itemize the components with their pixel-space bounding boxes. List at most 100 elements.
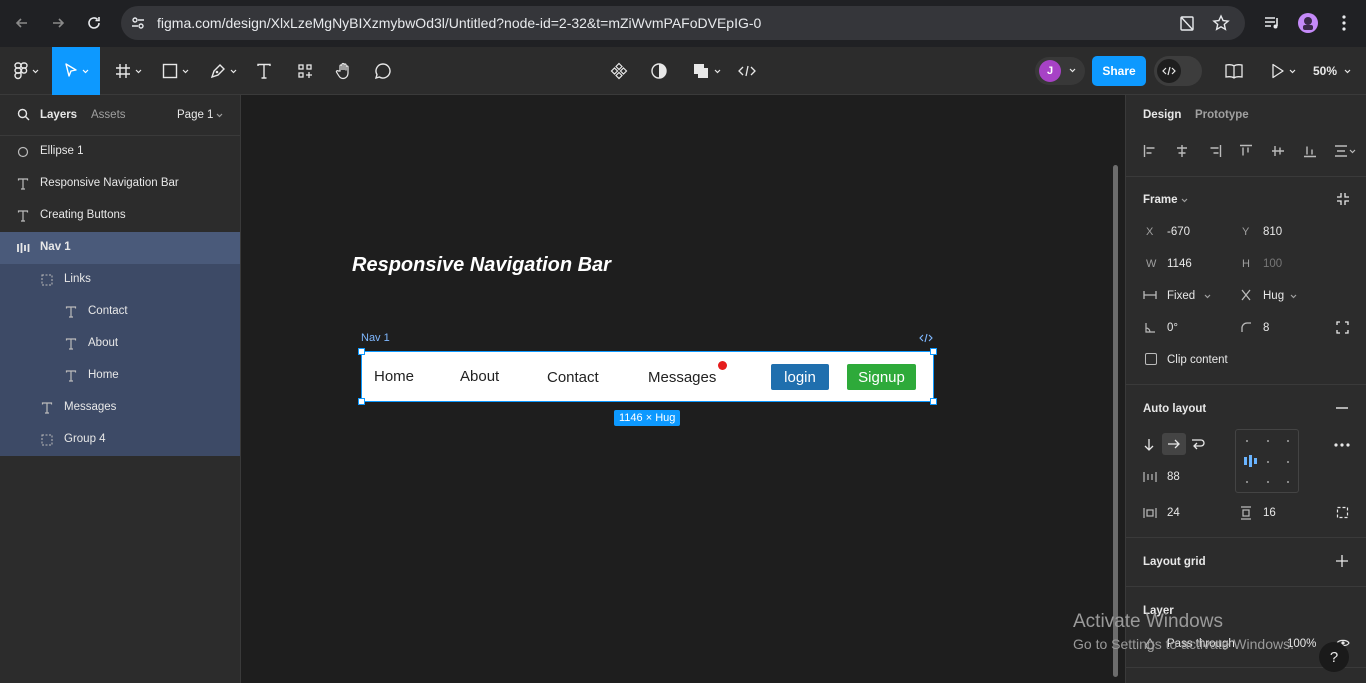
add-layout-grid-icon[interactable]	[1336, 555, 1348, 567]
layer-nav-1[interactable]: Nav 1	[0, 232, 240, 264]
auto-layout-frame-icon	[16, 241, 30, 255]
layer-links[interactable]: Links	[0, 264, 240, 296]
resources-button[interactable]	[294, 47, 316, 95]
more-options-icon[interactable]	[1334, 443, 1350, 447]
resize-handle-bottom-right[interactable]	[930, 398, 937, 405]
nav-link-home[interactable]: Home	[374, 368, 414, 385]
wrap-icon[interactable]	[1191, 438, 1205, 450]
width-input[interactable]: 1146	[1167, 258, 1192, 270]
create-component-button[interactable]	[608, 47, 630, 95]
code-brackets-icon[interactable]	[919, 333, 933, 343]
zoom-level[interactable]: 50%	[1313, 64, 1337, 78]
page-selector[interactable]: Page 1	[177, 109, 213, 121]
share-button[interactable]: Share	[1092, 56, 1146, 86]
align-left-icon[interactable]	[1143, 144, 1157, 158]
distribute-icon[interactable]	[1334, 144, 1356, 158]
hand-tool-button[interactable]	[333, 47, 355, 95]
direction-horizontal-icon[interactable]	[1162, 433, 1186, 455]
chevron-down-icon[interactable]	[1204, 294, 1211, 299]
align-top-icon[interactable]	[1239, 144, 1253, 158]
back-icon[interactable]	[11, 12, 33, 34]
signup-button[interactable]: Signup	[847, 364, 916, 390]
frame-tool-button[interactable]	[110, 47, 146, 95]
layer-responsive-navigation-bar[interactable]: Responsive Navigation Bar	[0, 168, 240, 200]
forward-icon[interactable]	[47, 12, 69, 34]
help-button[interactable]: ?	[1319, 642, 1349, 672]
frame-name-label[interactable]: Nav 1	[361, 332, 390, 344]
resize-handle-bottom-left[interactable]	[358, 398, 365, 405]
layer-home[interactable]: Home	[0, 360, 240, 392]
login-button[interactable]: login	[771, 364, 829, 390]
shape-tool-button[interactable]	[157, 47, 193, 95]
vertical-padding-input[interactable]: 16	[1263, 507, 1276, 519]
tab-design[interactable]: Design	[1143, 109, 1181, 121]
align-center-vertical-icon[interactable]	[1271, 144, 1285, 158]
resize-handle-top-right[interactable]	[930, 348, 937, 355]
gap-input[interactable]: 88	[1167, 471, 1180, 483]
alignment-grid[interactable]	[1235, 429, 1299, 493]
layer-ellipse-1[interactable]: Ellipse 1	[0, 136, 240, 168]
individual-padding-icon[interactable]	[1336, 506, 1349, 519]
main-menu-button[interactable]	[8, 47, 44, 95]
height-sizing-select[interactable]: Hug	[1263, 290, 1284, 302]
y-position-input[interactable]: 810	[1263, 226, 1282, 238]
chevron-down-icon[interactable]	[216, 113, 223, 118]
nav-link-messages[interactable]: Messages	[648, 369, 716, 386]
collapse-frame-icon[interactable]	[1336, 192, 1350, 206]
layer-contact[interactable]: Contact	[0, 296, 240, 328]
browser-menu-icon[interactable]	[1333, 12, 1355, 34]
chevron-down-icon	[32, 69, 39, 74]
rotation-input[interactable]: 0°	[1167, 322, 1178, 334]
layer-group-4[interactable]: Group 4	[0, 424, 240, 456]
search-icon[interactable]	[17, 108, 30, 121]
text-tool-button[interactable]	[253, 47, 275, 95]
move-tool-button[interactable]	[52, 47, 100, 95]
align-right-icon[interactable]	[1208, 144, 1222, 158]
x-position-input[interactable]: -670	[1167, 226, 1190, 238]
canvas-scrollbar[interactable]	[1113, 165, 1118, 677]
comment-tool-button[interactable]	[372, 47, 394, 95]
layer-creating-buttons[interactable]: Creating Buttons	[0, 200, 240, 232]
nav-frame[interactable]: Home About Contact Messages login Signup	[361, 351, 934, 402]
no-tracking-icon[interactable]	[1178, 14, 1196, 32]
remove-auto-layout-icon[interactable]	[1336, 407, 1348, 409]
dev-code-button[interactable]	[736, 47, 758, 95]
frame-section-title[interactable]: Frame	[1143, 194, 1178, 206]
profile-avatar-icon[interactable]	[1297, 12, 1319, 34]
corner-radius-input[interactable]: 8	[1263, 322, 1269, 334]
present-button[interactable]	[1266, 47, 1300, 95]
tab-assets[interactable]: Assets	[91, 109, 126, 121]
independent-corners-icon[interactable]	[1336, 321, 1349, 334]
canvas-heading-text[interactable]: Responsive Navigation Bar	[352, 254, 611, 277]
direction-vertical-icon[interactable]	[1143, 438, 1155, 452]
chevron-down-icon[interactable]	[1344, 69, 1351, 74]
layer-about[interactable]: About	[0, 328, 240, 360]
design-canvas[interactable]: Responsive Navigation Bar Nav 1 Home Abo…	[241, 95, 1125, 683]
layer-messages[interactable]: Messages	[0, 392, 240, 424]
mask-button[interactable]	[648, 47, 670, 95]
tab-layers[interactable]: Layers	[40, 109, 77, 121]
chevron-down-icon[interactable]	[1181, 198, 1188, 203]
site-info-icon[interactable]	[130, 15, 146, 31]
dev-mode-toggle[interactable]	[1154, 56, 1202, 86]
horizontal-padding-input[interactable]: 24	[1167, 507, 1180, 519]
height-input[interactable]: 100	[1263, 258, 1282, 270]
tab-prototype[interactable]: Prototype	[1195, 109, 1249, 121]
chevron-down-icon[interactable]	[1290, 294, 1297, 299]
align-bottom-icon[interactable]	[1303, 144, 1317, 158]
contrast-icon	[650, 62, 668, 80]
bookmark-star-icon[interactable]	[1212, 14, 1230, 32]
library-button[interactable]	[1223, 47, 1245, 95]
reload-icon[interactable]	[83, 12, 105, 34]
nav-link-about[interactable]: About	[460, 368, 499, 385]
resize-handle-top-left[interactable]	[358, 348, 365, 355]
media-controls-icon[interactable]	[1261, 12, 1283, 34]
clip-content-checkbox[interactable]	[1145, 353, 1157, 365]
collaborator-avatar[interactable]: J	[1035, 57, 1085, 85]
nav-link-contact[interactable]: Contact	[547, 369, 599, 386]
boolean-ops-button[interactable]	[688, 47, 724, 95]
align-center-horizontal-icon[interactable]	[1175, 144, 1189, 158]
width-sizing-select[interactable]: Fixed	[1167, 290, 1195, 302]
pen-tool-button[interactable]	[205, 47, 241, 95]
address-bar[interactable]: figma.com/design/XlxLzeMgNyBIXzmybwOd3l/…	[121, 6, 1245, 40]
